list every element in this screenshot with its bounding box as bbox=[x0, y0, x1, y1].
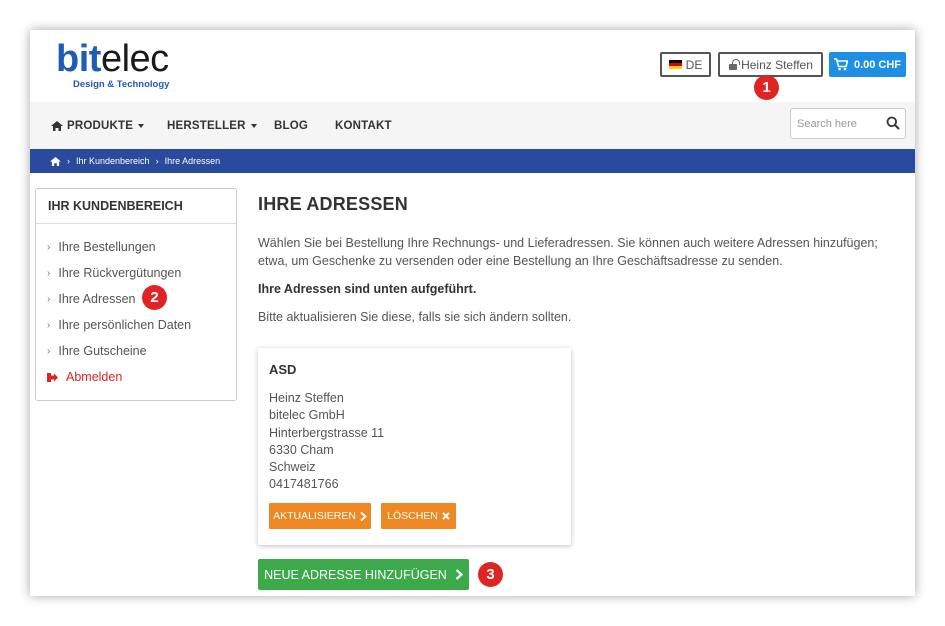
delete-address-button[interactable]: LÖSCHEN bbox=[381, 503, 456, 529]
german-flag-icon bbox=[668, 60, 682, 69]
logo-wordmark: bitelec bbox=[56, 38, 169, 80]
chevron-down-icon bbox=[250, 123, 257, 128]
page-title: IHRE ADRESSEN bbox=[258, 194, 408, 214]
sidebar-item-rueckverguetungen[interactable]: › Ihre Rückvergütungen bbox=[47, 266, 181, 280]
sidebar-title: IHR KUNDENBEREICH bbox=[36, 189, 236, 224]
address-line: 6330 Cham bbox=[269, 442, 334, 457]
step-badge-2: 2 bbox=[142, 285, 167, 310]
cart-total: 0.00 CHF bbox=[853, 58, 902, 71]
address-title: ASD bbox=[269, 362, 297, 377]
step-badge-3: 3 bbox=[478, 562, 503, 587]
address-line: Hinterbergstrasse 11 bbox=[269, 425, 385, 440]
chevron-right-icon: › bbox=[47, 319, 51, 331]
user-account-button[interactable]: Heinz Steffen bbox=[718, 52, 823, 77]
addresses-listed-text: Ihre Adressen sind unten aufgeführt. bbox=[258, 282, 477, 296]
cart-button[interactable]: 0.00 CHF bbox=[829, 52, 906, 77]
search-input[interactable] bbox=[791, 109, 883, 138]
language-label: DE bbox=[685, 57, 703, 72]
add-address-button[interactable]: NEUE ADRESSE HINZUFÜGEN bbox=[258, 559, 469, 590]
chevron-right-icon: › bbox=[47, 345, 51, 357]
nav-hersteller[interactable]: HERSTELLER bbox=[167, 102, 257, 149]
nav-blog[interactable]: BLOG bbox=[274, 102, 308, 149]
update-hint-text: Bitte aktualisieren Sie diese, falls sie… bbox=[258, 310, 572, 324]
chevron-right-icon: › bbox=[47, 267, 51, 279]
search-icon[interactable] bbox=[886, 116, 900, 130]
breadcrumb-separator: › bbox=[67, 156, 70, 166]
address-line: 0417481766 bbox=[269, 477, 339, 492]
sidebar-item-gutscheine[interactable]: › Ihre Gutscheine bbox=[47, 344, 147, 358]
times-icon bbox=[442, 512, 450, 520]
sidebar-item-bestellungen[interactable]: › Ihre Bestellungen bbox=[47, 240, 156, 254]
address-card: ASD Heinz Steffen bitelec GmbH Hinterber… bbox=[258, 348, 571, 545]
intro-text: Wählen Sie bei Bestellung Ihre Rechnungs… bbox=[258, 236, 878, 268]
site-logo[interactable]: bitelec Design & Technology bbox=[56, 37, 196, 93]
language-selector[interactable]: DE bbox=[660, 52, 711, 77]
logo-tagline: Design & Technology bbox=[73, 79, 170, 90]
account-sidebar: IHR KUNDENBEREICH › Ihre Bestellungen › … bbox=[35, 188, 237, 401]
main-navbar: PRODUKTE HERSTELLER BLOG KONTAKT bbox=[30, 102, 915, 149]
address-line: Heinz Steffen bbox=[269, 391, 344, 405]
chevron-right-icon: › bbox=[47, 241, 51, 253]
sidebar-item-adressen[interactable]: › Ihre Adressen bbox=[47, 292, 135, 306]
update-address-button[interactable]: AKTUALISIEREN bbox=[269, 503, 371, 529]
breadcrumb-separator: › bbox=[155, 156, 159, 166]
shopping-cart-icon bbox=[833, 58, 848, 71]
nav-kontakt[interactable]: KONTAKT bbox=[335, 102, 392, 149]
home-icon[interactable] bbox=[50, 156, 61, 166]
chevron-right-icon bbox=[360, 511, 367, 521]
home-icon bbox=[51, 120, 63, 131]
step-badge-1: 1 bbox=[754, 75, 779, 100]
sidebar-item-abmelden[interactable]: Abmelden bbox=[47, 370, 122, 384]
breadcrumb-adressen: Ihre Adressen bbox=[164, 156, 221, 166]
chevron-right-icon: › bbox=[47, 293, 51, 305]
nav-produkte[interactable]: PRODUKTE bbox=[51, 102, 145, 149]
breadcrumb-kundenbereich[interactable]: Ihr Kundenbereich bbox=[76, 156, 150, 166]
address-line: bitelec GmbH bbox=[269, 408, 345, 423]
site-header: bitelec Design & Technology DE Heinz Ste… bbox=[30, 30, 915, 102]
sign-out-icon bbox=[47, 372, 58, 382]
chevron-right-icon bbox=[455, 569, 463, 580]
breadcrumb: › Ihr Kundenbereich › Ihre Adressen bbox=[30, 149, 915, 173]
address-lines: Heinz Steffen bitelec GmbH Hinterbergstr… bbox=[269, 390, 384, 494]
page-frame: bitelec Design & Technology DE Heinz Ste… bbox=[30, 30, 915, 596]
address-line: Schweiz bbox=[269, 460, 316, 475]
chevron-down-icon bbox=[138, 123, 145, 128]
search-box bbox=[790, 108, 906, 139]
user-name: Heinz Steffen bbox=[741, 57, 813, 72]
sidebar-item-persoenliche-daten[interactable]: › Ihre persönlichen Daten bbox=[47, 318, 191, 332]
unlock-icon bbox=[728, 59, 741, 70]
